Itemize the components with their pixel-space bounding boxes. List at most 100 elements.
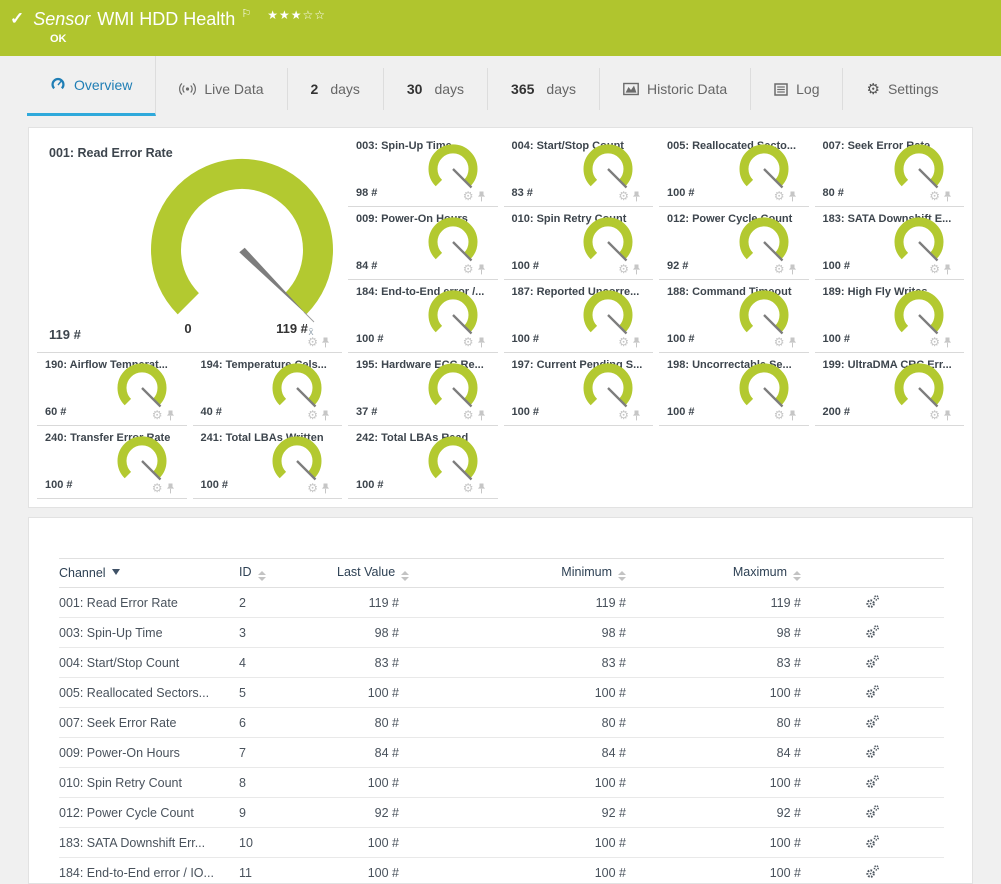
channel-gear-icon[interactable]: ⚙ [774, 263, 785, 275]
column-header-maximum[interactable]: Maximum [626, 559, 801, 588]
pin-icon[interactable] [788, 337, 797, 348]
live-data-icon [179, 82, 196, 96]
column-header-minimum[interactable]: Minimum [399, 559, 626, 588]
pin-icon[interactable] [788, 191, 797, 202]
cell-last-value: 119 # [337, 588, 399, 618]
pin-icon[interactable] [321, 337, 330, 348]
cell-last-value: 98 # [337, 618, 399, 648]
tab-30-days[interactable]: 30 days [384, 68, 488, 110]
tab-365-days[interactable]: 365 days [488, 68, 600, 110]
channel-settings-icon[interactable] [865, 684, 880, 699]
channel-settings-icon[interactable] [865, 834, 880, 849]
pin-icon[interactable] [788, 264, 797, 275]
pin-icon[interactable] [477, 410, 486, 421]
gauge-value: 100 # [512, 406, 540, 418]
table-row[interactable]: 001: Read Error Rate 2 119 # 119 # 119 # [59, 588, 944, 618]
pin-icon[interactable] [943, 410, 952, 421]
pin-icon[interactable] [477, 264, 486, 275]
channel-settings-icon[interactable] [865, 654, 880, 669]
column-header-channel[interactable]: Channel [59, 559, 239, 588]
pin-icon[interactable] [477, 191, 486, 202]
channel-settings-icon[interactable] [865, 624, 880, 639]
gauge-cell: 189: High Fly Writes 100 # ⚙ [815, 280, 965, 353]
pin-icon[interactable] [321, 410, 330, 421]
table-row[interactable]: 010: Spin Retry Count 8 100 # 100 # 100 … [59, 768, 944, 798]
tab-settings[interactable]: ⚙ Settings [843, 68, 961, 110]
channel-gear-icon[interactable]: ⚙ [929, 263, 940, 275]
pin-icon[interactable] [477, 483, 486, 494]
table-row[interactable]: 007: Seek Error Rate 6 80 # 80 # 80 # [59, 708, 944, 738]
pin-icon[interactable] [943, 191, 952, 202]
channel-settings-icon[interactable] [865, 744, 880, 759]
channel-gear-icon[interactable]: ⚙ [929, 336, 940, 348]
channel-gear-icon[interactable]: ⚙ [929, 409, 940, 421]
pin-icon[interactable] [788, 410, 797, 421]
table-row[interactable]: 184: End-to-End error / IO... 11 100 # 1… [59, 858, 944, 884]
pin-icon[interactable] [943, 264, 952, 275]
table-row[interactable]: 004: Start/Stop Count 4 83 # 83 # 83 # [59, 648, 944, 678]
cell-id: 8 [239, 768, 337, 798]
tab-log[interactable]: Log [751, 68, 843, 110]
channel-gear-icon[interactable]: ⚙ [463, 482, 474, 494]
channel-settings-icon[interactable] [865, 804, 880, 819]
column-header-last-value[interactable]: Last Value [337, 559, 399, 588]
tab-historic-data[interactable]: Historic Data [600, 68, 751, 110]
channel-gear-icon[interactable]: ⚙ [618, 336, 629, 348]
channel-gear-icon[interactable]: ⚙ [618, 190, 629, 202]
cell-id: 2 [239, 588, 337, 618]
tab-365-days-unit: days [546, 81, 576, 97]
channel-gear-icon[interactable]: ⚙ [152, 482, 163, 494]
pin-icon[interactable] [632, 410, 641, 421]
table-row[interactable]: 003: Spin-Up Time 3 98 # 98 # 98 # [59, 618, 944, 648]
channel-gear-icon[interactable]: ⚙ [774, 409, 785, 421]
gauge-cell: 003: Spin-Up Time 98 # ⚙ [348, 134, 498, 207]
channel-settings-icon[interactable] [865, 864, 880, 879]
gauge-cell: 199: UltraDMA CRC Err... 200 # ⚙ [815, 353, 965, 426]
channel-gear-icon[interactable]: ⚙ [774, 190, 785, 202]
table-row[interactable]: 183: SATA Downshift Err... 10 100 # 100 … [59, 828, 944, 858]
channel-settings-icon[interactable] [865, 714, 880, 729]
gauge-value: 100 # [667, 333, 695, 345]
cell-maximum: 92 # [626, 798, 801, 828]
pin-icon[interactable] [632, 191, 641, 202]
channel-gear-icon[interactable]: ⚙ [307, 482, 318, 494]
channel-gear-icon[interactable]: ⚙ [774, 336, 785, 348]
table-row[interactable]: 012: Power Cycle Count 9 92 # 92 # 92 # [59, 798, 944, 828]
channel-gear-icon[interactable]: ⚙ [929, 190, 940, 202]
log-icon [774, 83, 788, 96]
sort-icon [401, 571, 409, 581]
channel-gear-icon[interactable]: ⚙ [307, 409, 318, 421]
pin-icon[interactable] [477, 337, 486, 348]
pin-icon[interactable] [632, 264, 641, 275]
gauge-cell: 184: End-to-End error /... 100 # ⚙ [348, 280, 498, 353]
tab-2-days-number: 2 [311, 81, 319, 97]
table-row[interactable]: 005: Reallocated Sectors... 5 100 # 100 … [59, 678, 944, 708]
pin-icon[interactable] [632, 337, 641, 348]
priority-stars[interactable]: ★★★☆☆ [267, 8, 326, 22]
channel-gear-icon[interactable]: ⚙ [307, 336, 318, 348]
channel-gear-icon[interactable]: ⚙ [618, 263, 629, 275]
pin-icon[interactable] [166, 483, 175, 494]
cell-id: 6 [239, 708, 337, 738]
tab-live-data[interactable]: Live Data [156, 68, 287, 110]
channel-gear-icon[interactable]: ⚙ [463, 336, 474, 348]
channel-gear-icon[interactable]: ⚙ [463, 263, 474, 275]
tab-overview[interactable]: Overview [27, 56, 156, 116]
pin-icon[interactable] [321, 483, 330, 494]
cell-last-value: 100 # [337, 768, 399, 798]
channel-gear-icon[interactable]: ⚙ [463, 190, 474, 202]
channel-gear-icon[interactable]: ⚙ [152, 409, 163, 421]
cell-maximum: 100 # [626, 858, 801, 884]
channel-settings-icon[interactable] [865, 774, 880, 789]
flag-icon[interactable]: ⚐ [241, 8, 251, 20]
cell-id: 4 [239, 648, 337, 678]
pin-icon[interactable] [166, 410, 175, 421]
channel-gear-icon[interactable]: ⚙ [463, 409, 474, 421]
channel-settings-icon[interactable] [865, 594, 880, 609]
tab-2-days[interactable]: 2 days [288, 68, 384, 110]
gauge-value: 100 # [667, 406, 695, 418]
pin-icon[interactable] [943, 337, 952, 348]
channel-gear-icon[interactable]: ⚙ [618, 409, 629, 421]
table-row[interactable]: 009: Power-On Hours 7 84 # 84 # 84 # [59, 738, 944, 768]
column-header-id[interactable]: ID [239, 559, 337, 588]
